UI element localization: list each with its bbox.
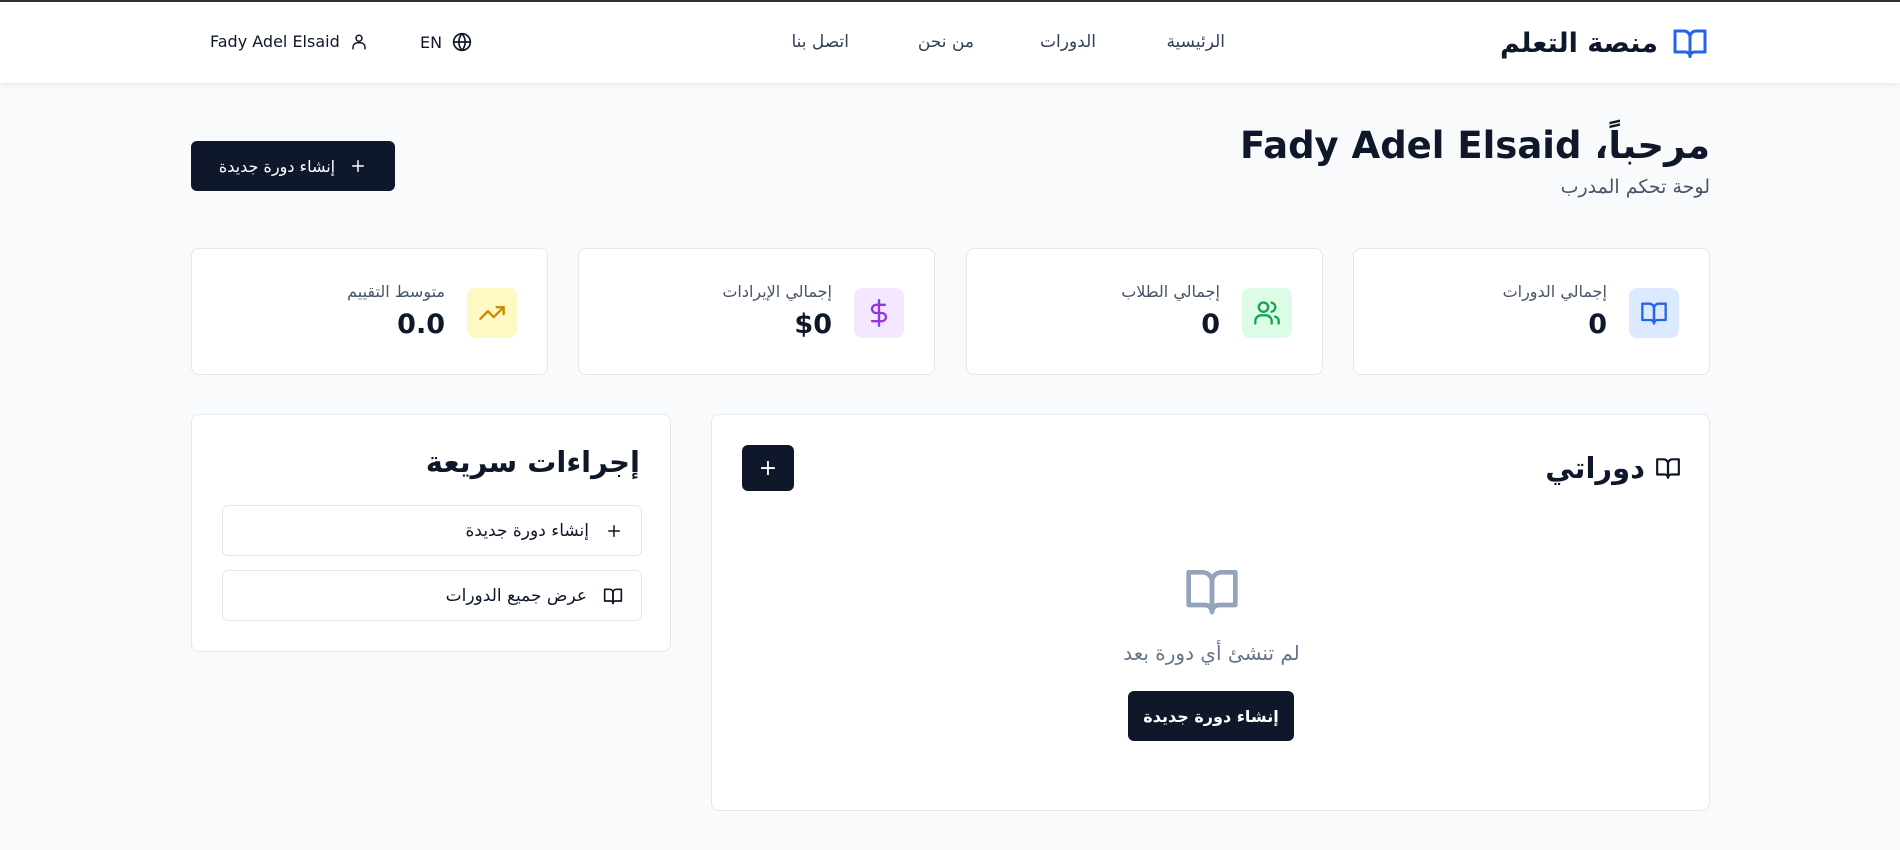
top-navbar: منصة التعلم الرئيسية الدورات من نحن اتصل…: [0, 2, 1900, 83]
users-icon: [1242, 288, 1292, 338]
brand-logo[interactable]: منصة التعلم: [1500, 23, 1710, 63]
stat-card-total-revenue: إجمالي الإيرادات $0: [578, 248, 935, 375]
plus-icon: [605, 522, 623, 540]
nav-link-home[interactable]: الرئيسية: [1166, 32, 1225, 52]
stat-card-average-rating: متوسط التقييم 0.0: [191, 248, 548, 375]
plus-icon: [349, 157, 367, 175]
globe-icon: [452, 32, 472, 52]
nav-link-about[interactable]: من نحن: [918, 32, 974, 52]
page-title: مرحباً، Fady Adel Elsaid: [1240, 124, 1710, 167]
stat-label: إجمالي الدورات: [1502, 282, 1607, 301]
quick-action-label: إنشاء دورة جديدة: [465, 520, 590, 541]
language-label: EN: [420, 32, 443, 52]
nav-link-courses[interactable]: الدورات: [1040, 32, 1096, 52]
brand-name: منصة التعلم: [1500, 27, 1658, 59]
empty-book-icon: [1182, 563, 1242, 623]
quick-actions-card: إجراءات سريعة إنشاء دورة جديدة عرض جميع …: [191, 414, 671, 652]
stat-card-total-courses: إجمالي الدورات 0: [1353, 248, 1710, 375]
add-course-button[interactable]: +: [742, 445, 794, 491]
welcome-section: مرحباً، Fady Adel Elsaid لوحة تحكم المدر…: [1240, 122, 1710, 198]
quick-actions-title: إجراءات سريعة: [425, 445, 640, 479]
stat-label: إجمالي الإيرادات: [722, 282, 832, 301]
stat-value: 0: [1588, 309, 1607, 340]
page-subtitle: لوحة تحكم المدرب: [1560, 176, 1710, 198]
my-courses-card: دوراتي + لم تنشئ أي دورة بعد إنشاء دورة …: [711, 414, 1710, 811]
stat-value: $0: [794, 309, 832, 340]
book-open-icon: [1655, 455, 1681, 481]
create-course-button[interactable]: إنشاء دورة جديدة: [191, 141, 395, 191]
stat-value: 0: [1201, 309, 1220, 340]
stat-label: إجمالي الطلاب: [1121, 282, 1220, 301]
quick-action-create-course[interactable]: إنشاء دورة جديدة: [222, 505, 642, 556]
empty-state-text: لم تنشئ أي دورة بعد: [1123, 641, 1300, 665]
quick-action-label: عرض جميع الدورات: [445, 585, 587, 606]
my-courses-title: دوراتي: [1545, 451, 1681, 485]
trending-up-icon: [467, 288, 517, 338]
user-menu[interactable]: Fady Adel Elsaid: [210, 32, 368, 51]
dollar-icon: [854, 288, 904, 338]
quick-action-view-all-courses[interactable]: عرض جميع الدورات: [222, 570, 642, 621]
book-icon: [1629, 288, 1679, 338]
user-icon: [350, 33, 368, 51]
stat-card-total-students: إجمالي الطلاب 0: [966, 248, 1323, 375]
user-name: Fady Adel Elsaid: [210, 32, 340, 51]
create-course-empty-button[interactable]: إنشاء دورة جديدة: [1128, 691, 1294, 741]
my-courses-label: دوراتي: [1545, 451, 1645, 485]
stat-value: 0.0: [397, 309, 445, 340]
create-course-label: إنشاء دورة جديدة: [218, 156, 336, 176]
nav-link-contact[interactable]: اتصل بنا: [791, 32, 849, 52]
stat-label: متوسط التقييم: [347, 282, 445, 301]
book-icon: [603, 586, 623, 606]
book-open-icon: [1670, 25, 1710, 61]
language-switcher[interactable]: EN: [420, 32, 472, 52]
